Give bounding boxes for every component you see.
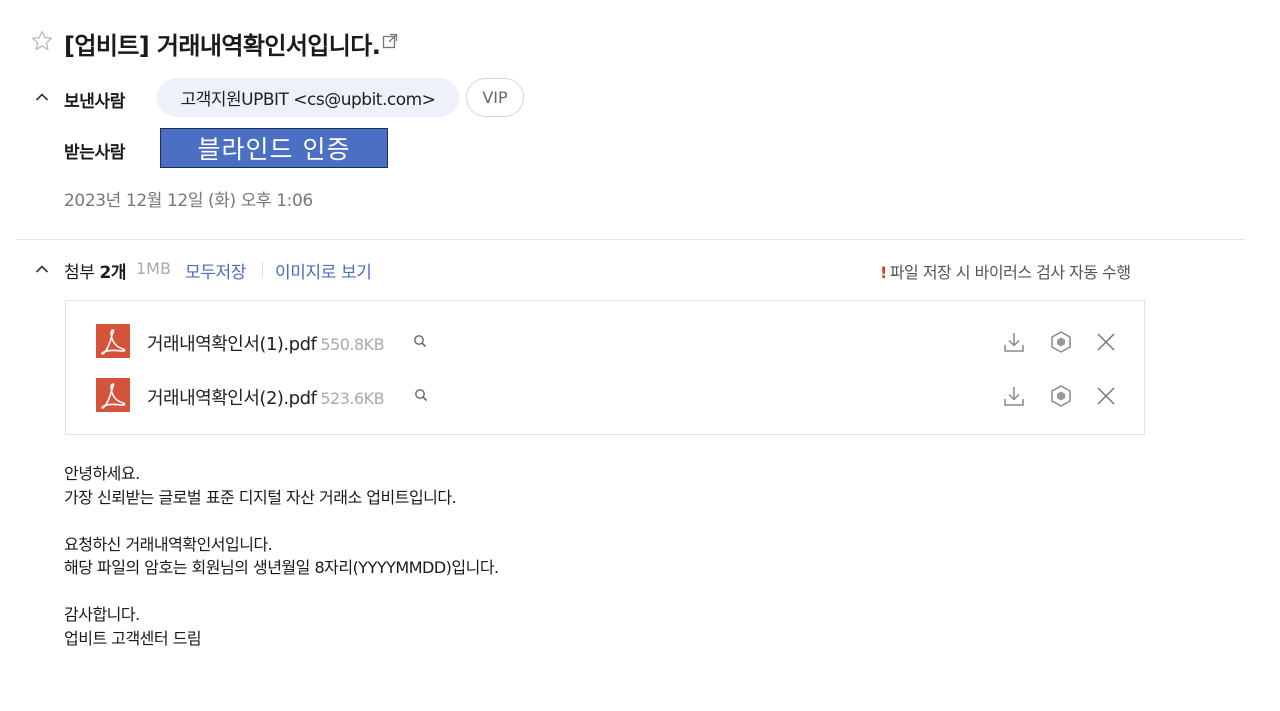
attachment-filename[interactable]: 거래내역확인서(1).pdf	[147, 334, 317, 355]
mail-body: 안녕하세요. 가장 신뢰받는 글로벌 표준 디지털 자산 거래소 업비트입니다.…	[64, 462, 499, 650]
download-icon[interactable]	[1002, 330, 1026, 354]
virus-scan-notice: ! 파일 저장 시 바이러스 검사 자동 수행	[880, 259, 1131, 283]
body-line: 감사합니다.	[64, 605, 140, 624]
cube-icon[interactable]	[1049, 384, 1073, 408]
sender-label: 보낸사람	[64, 92, 125, 112]
mail-subject: [업비트] 거래내역확인서입니다.	[64, 32, 381, 60]
attachment-list: 거래내역확인서(1).pdf 550.8KB 거래내역확인서(2).pdf 52…	[65, 300, 1145, 435]
close-icon[interactable]	[1094, 384, 1118, 408]
mail-date: 2023년 12월 12일 (화) 오후 1:06	[64, 191, 313, 211]
body-line: 요청하신 거래내역확인서입니다.	[64, 534, 273, 554]
warning-icon: !	[880, 263, 887, 282]
attachment-name-1[interactable]: 거래내역확인서(1).pdf 550.8KB	[147, 330, 385, 356]
save-all-button[interactable]: 모두저장	[185, 258, 246, 283]
chevron-up-icon[interactable]	[35, 264, 49, 274]
link-separator	[262, 262, 263, 278]
body-line: 업비트 고객센터 드림	[64, 628, 202, 648]
attachment-size: 550.8KB	[320, 335, 385, 354]
attachment-filename[interactable]: 거래내역확인서(2).pdf	[147, 388, 317, 409]
mail-view: [업비트] 거래내역확인서입니다. 보낸사람 고객지원UPBIT <cs@upb…	[0, 0, 1280, 711]
body-line: 가장 신뢰받는 글로벌 표준 디지털 자산 거래소 업비트입니다.	[64, 487, 457, 507]
attachments-label: 첨부	[64, 263, 95, 283]
chevron-up-icon[interactable]	[35, 92, 49, 102]
virus-scan-text: 파일 저장 시 바이러스 검사 자동 수행	[889, 263, 1131, 282]
pdf-file-icon	[96, 378, 130, 412]
sender-chip[interactable]: 고객지원UPBIT <cs@upbit.com>	[157, 78, 459, 117]
download-icon[interactable]	[1002, 384, 1026, 408]
attachments-title: 첨부 2개	[64, 258, 127, 283]
attachment-name-2[interactable]: 거래내역확인서(2).pdf 523.6KB	[147, 384, 385, 410]
close-icon[interactable]	[1094, 330, 1118, 354]
pdf-file-icon	[96, 324, 130, 358]
body-line: 안녕하세요.	[64, 464, 140, 483]
recipient-label: 받는사람	[64, 143, 125, 163]
attachment-size: 523.6KB	[320, 389, 385, 408]
header-divider	[16, 239, 1245, 240]
vip-button[interactable]: VIP	[466, 78, 524, 117]
star-icon[interactable]	[30, 29, 54, 53]
search-icon[interactable]	[413, 334, 427, 348]
cube-icon[interactable]	[1049, 330, 1073, 354]
view-as-image-button[interactable]: 이미지로 보기	[275, 258, 372, 283]
attachments-total-size: 1MB	[136, 259, 171, 278]
attachment-item: 거래내역확인서(2).pdf 523.6KB	[66, 378, 1144, 414]
attachments-count: 2개	[99, 263, 127, 283]
recipient-redaction: 블라인드 인증	[160, 128, 388, 168]
body-line: 해당 파일의 암호는 회원님의 생년월일 8자리(YYYYMMDD)입니다.	[64, 558, 499, 577]
attachment-item: 거래내역확인서(1).pdf 550.8KB	[66, 324, 1144, 360]
external-link-icon[interactable]	[382, 33, 398, 49]
search-icon[interactable]	[414, 388, 428, 402]
